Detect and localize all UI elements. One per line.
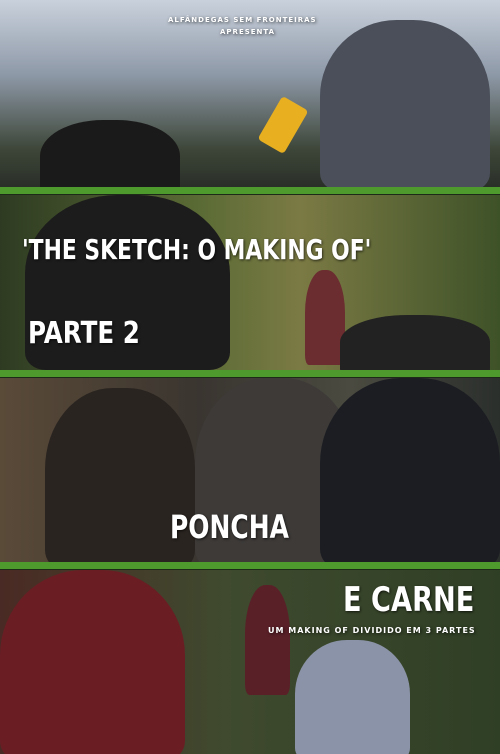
person-3 bbox=[320, 378, 500, 562]
person-left bbox=[40, 120, 180, 187]
part-label: PARTE 2 bbox=[28, 316, 140, 351]
presenter-text: ALFÂNDEGAS SEM FRONTEIRAS bbox=[168, 16, 317, 24]
divider bbox=[0, 562, 500, 569]
divider bbox=[0, 187, 500, 194]
person-front bbox=[340, 315, 490, 370]
person-background bbox=[305, 270, 345, 365]
person-right bbox=[320, 20, 490, 187]
divider bbox=[0, 370, 500, 377]
bottle bbox=[257, 95, 309, 155]
person-sunglasses bbox=[295, 640, 410, 754]
person-walking bbox=[245, 585, 290, 695]
subtitle-carne: E CARNE bbox=[343, 580, 475, 620]
poster-title: 'THE SKETCH: O MAKING OF' bbox=[22, 233, 372, 266]
person-red-hoodie bbox=[0, 570, 185, 754]
tagline: UM MAKING OF DIVIDIDO EM 3 PARTES bbox=[268, 626, 476, 635]
subtitle-poncha: PONCHA bbox=[170, 508, 289, 546]
presents-text: APRESENTA bbox=[220, 28, 276, 36]
